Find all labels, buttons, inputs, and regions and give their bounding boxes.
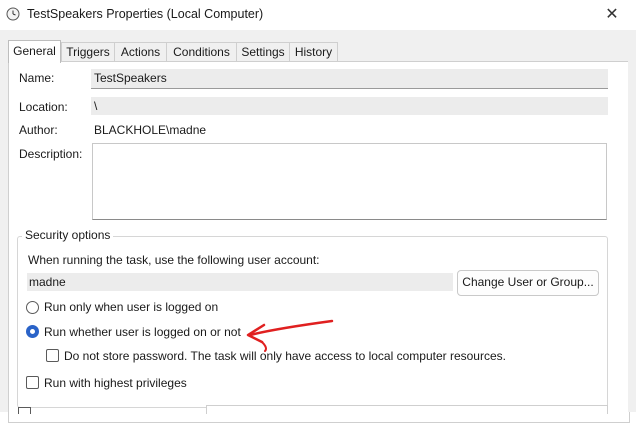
configure-checkbox-partial[interactable]: [18, 407, 31, 414]
account-prompt: When running the task, use the following…: [28, 253, 320, 267]
tab-history[interactable]: History: [289, 42, 338, 62]
radio-run-whether-logged-on[interactable]: [26, 325, 39, 338]
window-title: TestSpeakers Properties (Local Computer): [27, 7, 264, 21]
red-arrow-annotation: [246, 319, 334, 352]
security-options-title: Security options: [22, 228, 114, 242]
name-field[interactable]: TestSpeakers: [91, 69, 608, 89]
tab-settings[interactable]: Settings: [236, 42, 290, 62]
user-account-field: madne: [27, 273, 453, 291]
do-not-store-password-checkbox[interactable]: [46, 349, 59, 362]
highest-privileges-label[interactable]: Run with highest privileges: [44, 376, 187, 390]
clock-icon: [6, 7, 20, 21]
location-value: \: [91, 97, 608, 115]
radio-run-whether-logged-on-label[interactable]: Run whether user is logged on or not: [44, 325, 241, 339]
description-textarea[interactable]: [92, 143, 607, 220]
background-window-edge: [628, 60, 636, 412]
name-label: Name:: [19, 71, 55, 85]
highest-privileges-checkbox[interactable]: [26, 376, 39, 389]
configure-dropdown-partial[interactable]: [206, 405, 608, 414]
change-user-button[interactable]: Change User or Group...: [457, 270, 599, 296]
close-icon[interactable]: ✕: [600, 4, 624, 26]
task-properties-window: TestSpeakers Properties (Local Computer)…: [0, 0, 636, 423]
radio-run-when-logged-on-label[interactable]: Run only when user is logged on: [44, 300, 218, 314]
location-label: Location:: [19, 100, 68, 114]
radio-run-when-logged-on[interactable]: [26, 301, 39, 314]
tab-general[interactable]: General: [8, 40, 61, 63]
description-label: Description:: [19, 147, 83, 161]
title-bar: TestSpeakers Properties (Local Computer)…: [0, 0, 636, 30]
author-label: Author:: [19, 123, 58, 137]
tab-conditions[interactable]: Conditions: [166, 42, 237, 62]
tab-triggers[interactable]: Triggers: [61, 42, 115, 62]
author-value: BLACKHOLE\madne: [94, 123, 207, 137]
tab-actions[interactable]: Actions: [114, 42, 167, 62]
